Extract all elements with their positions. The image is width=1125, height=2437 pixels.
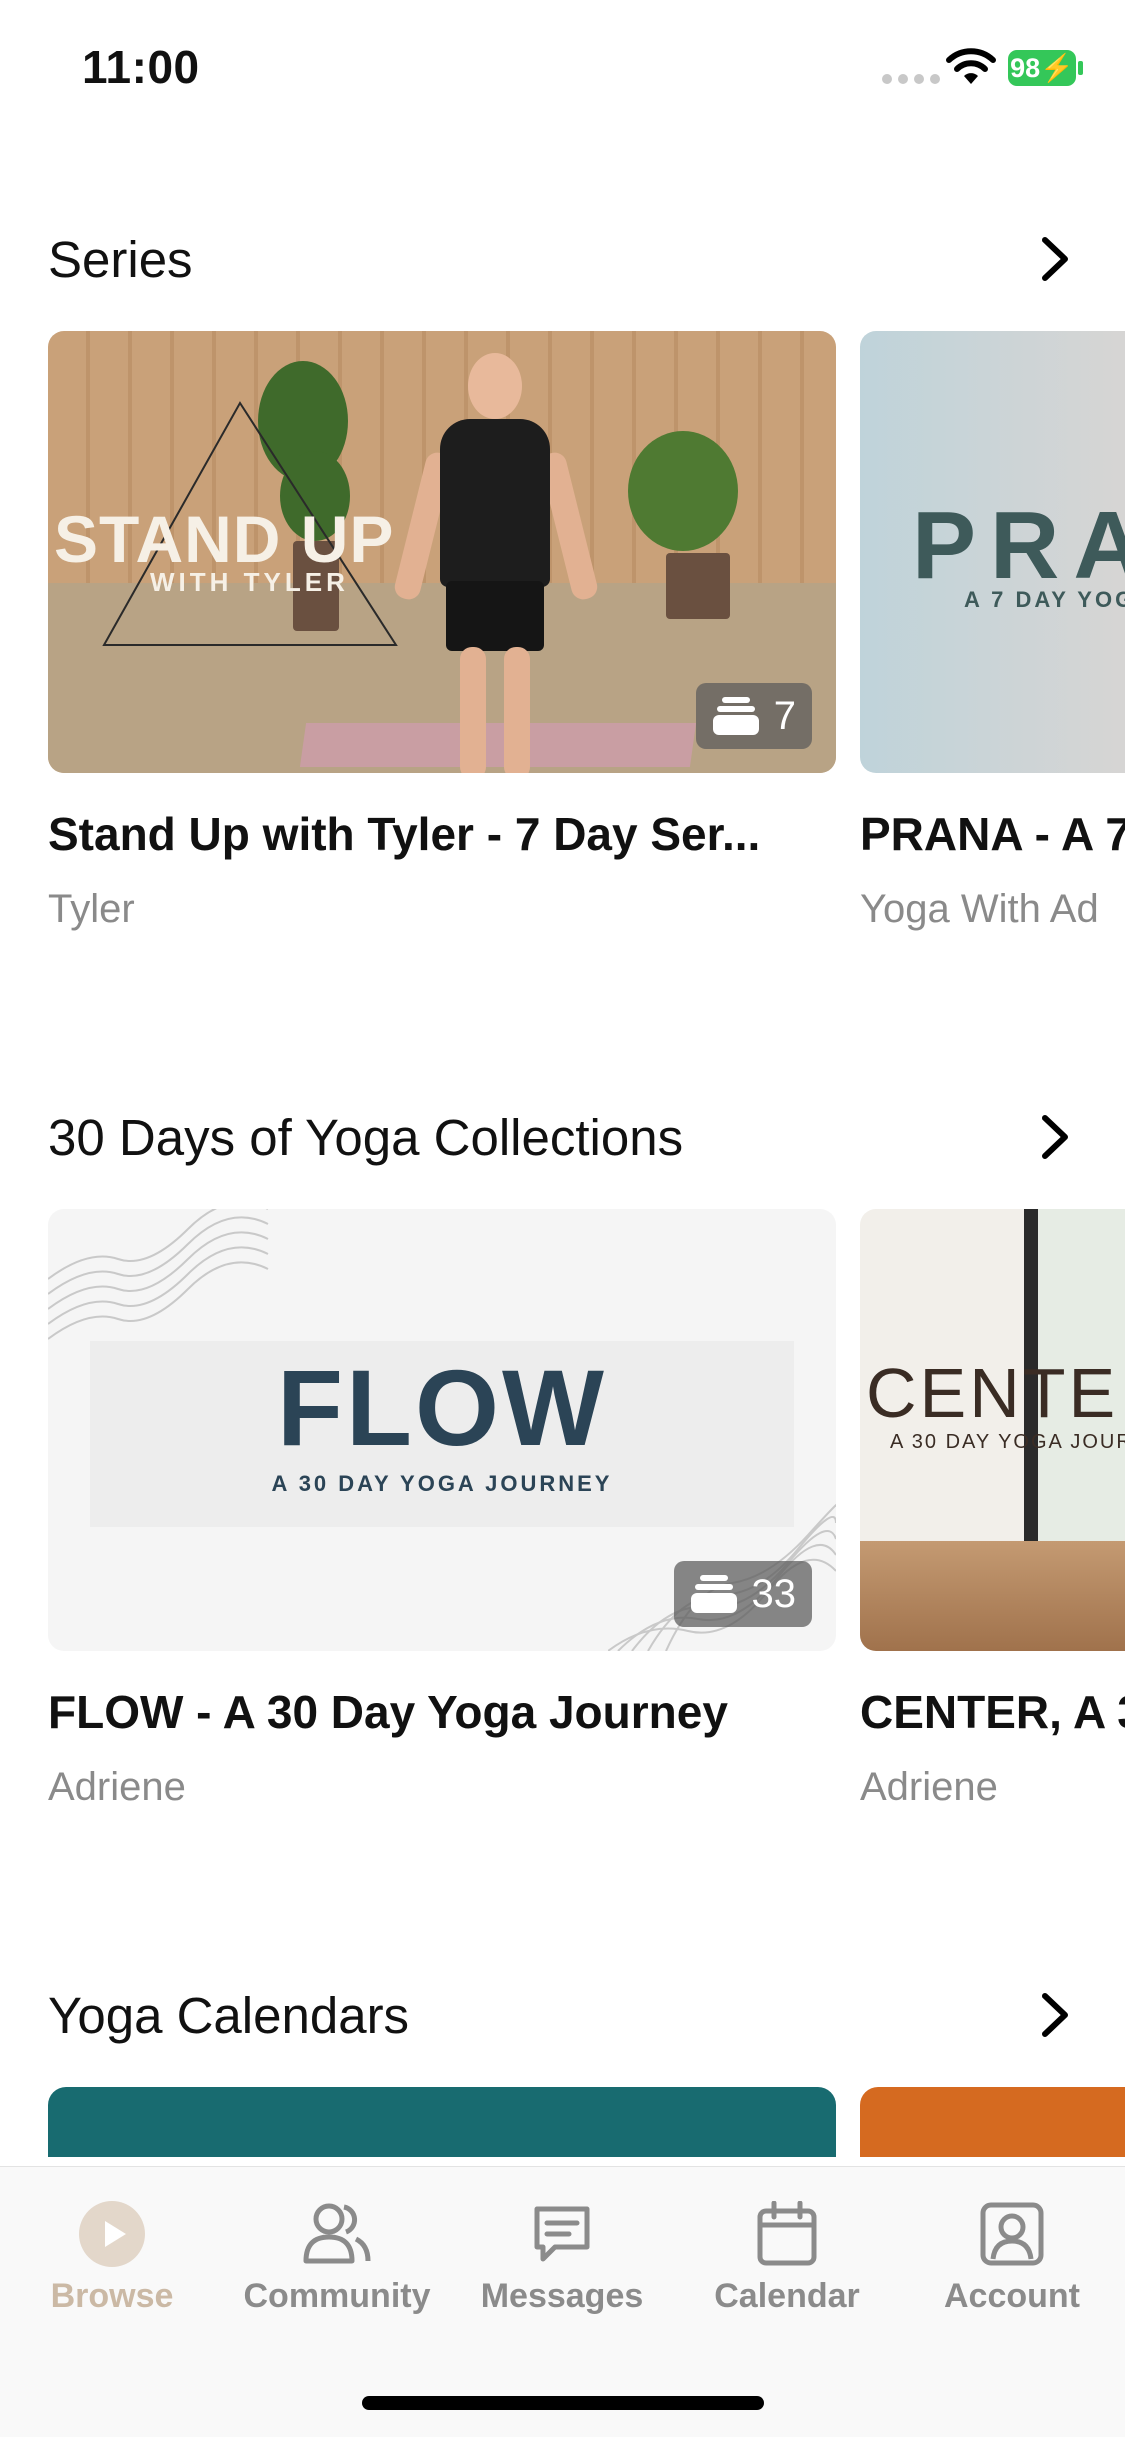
wifi-icon: [946, 48, 996, 84]
card-author: Yoga With Ad: [860, 887, 1099, 931]
card-author: Tyler: [48, 887, 135, 931]
tab-account[interactable]: Account: [912, 2199, 1112, 2316]
status-time: 11:00: [82, 41, 200, 93]
tab-label: Account: [944, 2277, 1080, 2315]
series-carousel[interactable]: STAND UP WITH TYLER 7 Stand Up with Tyle…: [48, 331, 1125, 971]
series-thumbnail[interactable]: PRA A 7 DAY YOG: [860, 331, 1125, 773]
home-indicator: [362, 2396, 764, 2410]
collection-thumbnail[interactable]: CENTE A 30 DAY YOGA JOUR: [860, 1209, 1125, 1651]
section-title: 30 Days of Yoga Collections: [48, 1108, 684, 1166]
tab-community[interactable]: Community: [237, 2199, 437, 2316]
status-bar: 11:00 98 ⚡: [0, 0, 1125, 140]
play-circle-icon: [77, 2199, 147, 2269]
card-title[interactable]: FLOW - A 30 Day Yoga Journey: [48, 1685, 836, 1739]
section-header[interactable]: Yoga Calendars: [48, 1975, 1077, 2055]
collection-card[interactable]: CENTE A 30 DAY YOGA JOUR CENTER, A 3 Adr…: [860, 1209, 1125, 1810]
tab-label: Browse: [50, 2277, 174, 2315]
stack-icon: [690, 1575, 737, 1613]
chevron-right-icon[interactable]: [1033, 1107, 1077, 1167]
collection-thumbnail[interactable]: FLOW A 30 DAY YOGA JOURNEY 33: [48, 1209, 836, 1651]
thumbnail-title: CENTE: [866, 1354, 1119, 1432]
thumbnail-title: PRA: [912, 492, 1125, 599]
section-title: Yoga Calendars: [48, 1986, 410, 2044]
card-title[interactable]: PRANA - A 7: [860, 807, 1125, 861]
calendar-card[interactable]: [48, 2087, 836, 2157]
cellular-signal-icon: [882, 74, 940, 84]
series-card[interactable]: STAND UP WITH TYLER 7 Stand Up with Tyle…: [48, 331, 836, 932]
chevron-right-icon[interactable]: [1033, 229, 1077, 289]
stack-icon: [712, 697, 759, 735]
thumbnail-subtitle: A 7 DAY YOG: [964, 587, 1125, 612]
thumbnail-subtitle: A 30 DAY YOGA JOUR: [890, 1431, 1125, 1453]
card-author: Adriene: [860, 1765, 998, 1809]
thumbnail-subtitle: WITH TYLER: [150, 567, 349, 597]
card-title[interactable]: Stand Up with Tyler - 7 Day Ser...: [48, 807, 836, 861]
account-icon: [977, 2199, 1047, 2269]
battery-tip: [1078, 61, 1083, 75]
video-count-badge: 7: [695, 683, 812, 749]
calendar-icon: [752, 2199, 822, 2269]
video-count: 33: [751, 1571, 797, 1616]
battery-level: 98: [1010, 52, 1041, 83]
thumbnail-title: FLOW: [277, 1347, 607, 1468]
section-title: Series: [48, 230, 193, 288]
video-count-badge: 33: [673, 1561, 812, 1627]
series-thumbnail[interactable]: STAND UP WITH TYLER 7: [48, 331, 836, 773]
tab-messages[interactable]: Messages: [462, 2199, 662, 2316]
collections-carousel[interactable]: FLOW A 30 DAY YOGA JOURNEY 33 FLOW - A 3…: [48, 1209, 1125, 1849]
card-author: Adriene: [48, 1765, 186, 1809]
collection-card[interactable]: FLOW A 30 DAY YOGA JOURNEY 33 FLOW - A 3…: [48, 1209, 836, 1810]
series-card[interactable]: PRA A 7 DAY YOG PRANA - A 7 Yoga With Ad: [860, 331, 1125, 932]
tab-label: Community: [243, 2277, 431, 2315]
tab-label: Calendar: [714, 2277, 860, 2315]
message-bubble-icon: [527, 2199, 597, 2269]
video-count: 7: [773, 693, 796, 738]
people-icon: [302, 2199, 372, 2269]
tab-label: Messages: [480, 2277, 644, 2315]
section-header[interactable]: Series: [48, 219, 1077, 299]
tab-calendar[interactable]: Calendar: [687, 2199, 887, 2316]
chevron-right-icon[interactable]: [1033, 1985, 1077, 2045]
calendar-card[interactable]: [860, 2087, 1125, 2157]
card-title[interactable]: CENTER, A 3: [860, 1685, 1125, 1739]
tab-browse[interactable]: Browse: [12, 2199, 212, 2316]
section-header[interactable]: 30 Days of Yoga Collections: [48, 1097, 1077, 1177]
battery-icon: 98 ⚡: [1008, 50, 1076, 86]
thumbnail-title: STAND UP: [54, 502, 395, 576]
